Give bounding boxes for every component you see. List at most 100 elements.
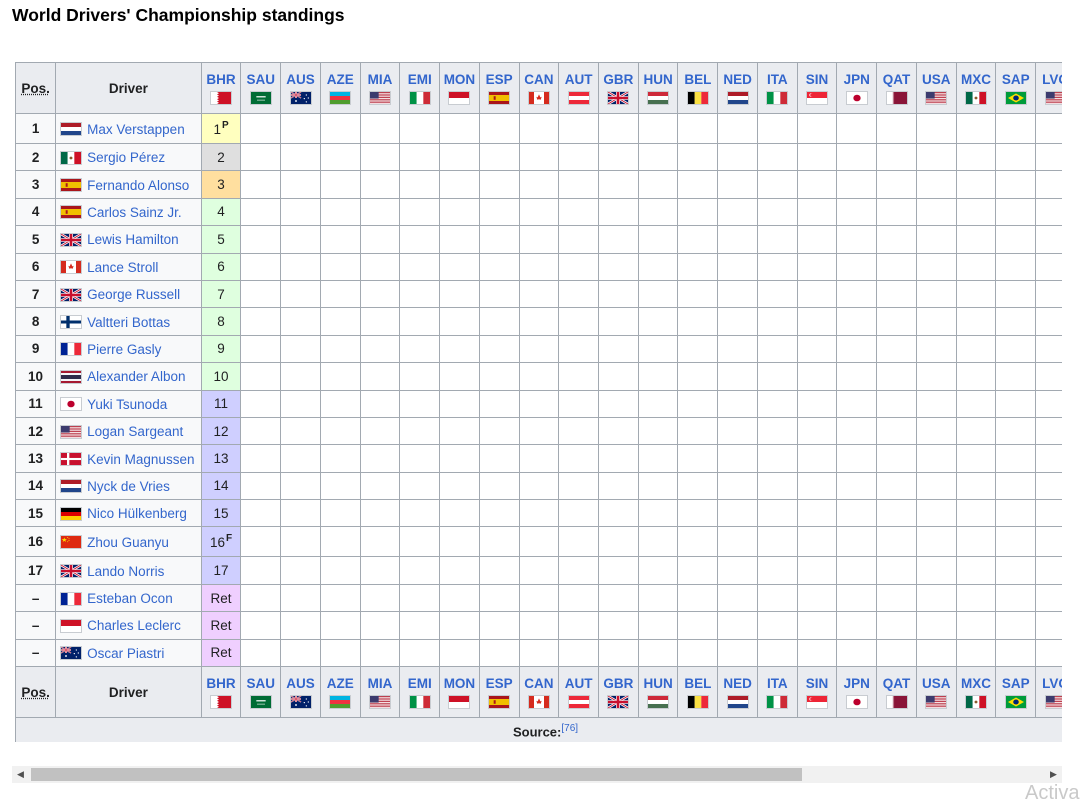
race-code-link[interactable]: HUN: [643, 676, 672, 691]
race-code-link[interactable]: BEL: [684, 72, 711, 87]
race-footer-qat[interactable]: QAT: [876, 666, 917, 719]
pos-header[interactable]: Pos.: [15, 62, 57, 114]
driver-link[interactable]: Logan Sargeant: [87, 424, 183, 439]
source-ref-link[interactable]: [76]: [561, 723, 578, 734]
standings-table-container[interactable]: Pos. Driver BHR SAU AUS AZE MIA EMI MON ESP CAN A…: [15, 62, 1062, 742]
scroll-left-icon[interactable]: ◀: [12, 766, 29, 783]
driver-link[interactable]: Esteban Ocon: [87, 591, 173, 606]
race-code-link[interactable]: MXC: [961, 72, 991, 87]
race-code-link[interactable]: MIA: [368, 72, 393, 87]
driver-link[interactable]: Alexander Albon: [87, 369, 185, 384]
race-header-usa[interactable]: USA: [915, 62, 957, 114]
race-header-mon[interactable]: MON: [439, 62, 480, 114]
race-code-link[interactable]: EMI: [408, 72, 432, 87]
driver-link[interactable]: Nico Hülkenberg: [87, 506, 187, 521]
race-code-link[interactable]: ESP: [486, 676, 513, 691]
driver-link[interactable]: Lewis Hamilton: [87, 232, 179, 247]
race-footer-sin[interactable]: SIN: [796, 666, 838, 719]
race-code-link[interactable]: SIN: [806, 676, 829, 691]
race-footer-aze[interactable]: AZE: [319, 666, 361, 719]
race-footer-esp[interactable]: ESP: [478, 666, 520, 719]
race-footer-sap[interactable]: SAP: [995, 666, 1037, 719]
race-header-mxc[interactable]: MXC: [955, 62, 997, 114]
race-header-qat[interactable]: QAT: [876, 62, 917, 114]
pos-footer[interactable]: Pos.: [15, 666, 57, 719]
driver-link[interactable]: George Russell: [87, 287, 180, 302]
driver-link[interactable]: Lando Norris: [87, 564, 164, 579]
race-code-link[interactable]: MIA: [368, 676, 393, 691]
race-footer-mxc[interactable]: MXC: [955, 666, 997, 719]
race-header-gbr[interactable]: GBR: [598, 62, 639, 114]
race-footer-aut[interactable]: AUT: [558, 666, 600, 719]
race-code-link[interactable]: SIN: [806, 72, 829, 87]
race-header-aut[interactable]: AUT: [558, 62, 600, 114]
race-header-sau[interactable]: SAU: [240, 62, 282, 114]
race-code-link[interactable]: AZE: [327, 676, 354, 691]
race-code-link[interactable]: EMI: [408, 676, 432, 691]
race-header-emi[interactable]: EMI: [399, 62, 441, 114]
race-header-jpn[interactable]: JPN: [836, 62, 878, 114]
driver-link[interactable]: Max Verstappen: [87, 121, 185, 136]
race-code-link[interactable]: QAT: [883, 72, 911, 87]
race-code-link[interactable]: NED: [723, 72, 752, 87]
race-code-link[interactable]: BHR: [206, 72, 235, 87]
race-footer-jpn[interactable]: JPN: [836, 666, 878, 719]
driver-link[interactable]: Zhou Guanyu: [87, 535, 169, 550]
race-code-link[interactable]: MON: [444, 676, 476, 691]
race-code-link[interactable]: NED: [723, 676, 752, 691]
race-header-esp[interactable]: ESP: [478, 62, 520, 114]
race-code-link[interactable]: MON: [444, 72, 476, 87]
race-code-link[interactable]: QAT: [883, 676, 911, 691]
race-code-link[interactable]: AZE: [327, 72, 354, 87]
driver-link[interactable]: Charles Leclerc: [87, 618, 181, 633]
race-footer-usa[interactable]: USA: [915, 666, 957, 719]
race-footer-ita[interactable]: ITA: [756, 666, 798, 719]
race-code-link[interactable]: LVG: [1042, 676, 1062, 691]
race-code-link[interactable]: AUS: [286, 676, 315, 691]
race-code-link[interactable]: MXC: [961, 676, 991, 691]
horizontal-scrollbar[interactable]: ◀ ▶: [12, 766, 1062, 783]
driver-link[interactable]: Kevin Magnussen: [87, 451, 194, 466]
race-code-link[interactable]: SAP: [1002, 72, 1030, 87]
race-footer-bhr[interactable]: BHR: [200, 666, 242, 719]
race-code-link[interactable]: CAN: [524, 676, 553, 691]
race-code-link[interactable]: SAP: [1002, 676, 1030, 691]
race-header-aus[interactable]: AUS: [280, 62, 321, 114]
driver-link[interactable]: Pierre Gasly: [87, 342, 161, 357]
race-footer-emi[interactable]: EMI: [399, 666, 441, 719]
race-header-ned[interactable]: NED: [717, 62, 758, 114]
race-code-link[interactable]: ESP: [486, 72, 513, 87]
scroll-right-icon[interactable]: ▶: [1045, 766, 1062, 783]
race-code-link[interactable]: ITA: [767, 676, 788, 691]
driver-link[interactable]: Sergio Pérez: [87, 150, 165, 165]
driver-link[interactable]: Valtteri Bottas: [87, 315, 170, 330]
race-code-link[interactable]: ITA: [767, 72, 788, 87]
race-code-link[interactable]: USA: [922, 72, 951, 87]
scrollbar-thumb[interactable]: [31, 768, 802, 781]
race-header-mia[interactable]: MIA: [359, 62, 401, 114]
race-header-ita[interactable]: ITA: [756, 62, 798, 114]
race-code-link[interactable]: LVG: [1042, 72, 1062, 87]
race-header-aze[interactable]: AZE: [319, 62, 361, 114]
race-code-link[interactable]: BHR: [206, 676, 235, 691]
race-footer-lvg[interactable]: LVG: [1035, 666, 1062, 719]
race-code-link[interactable]: SAU: [247, 676, 276, 691]
driver-link[interactable]: Yuki Tsunoda: [87, 397, 167, 412]
race-header-can[interactable]: CAN: [518, 62, 560, 114]
race-footer-ned[interactable]: NED: [717, 666, 758, 719]
race-code-link[interactable]: GBR: [603, 676, 633, 691]
race-header-bel[interactable]: BEL: [677, 62, 719, 114]
race-code-link[interactable]: USA: [922, 676, 951, 691]
race-header-hun[interactable]: HUN: [637, 62, 679, 114]
driver-link[interactable]: Carlos Sainz Jr.: [87, 205, 182, 220]
race-code-link[interactable]: AUT: [565, 676, 593, 691]
race-footer-bel[interactable]: BEL: [677, 666, 719, 719]
race-header-sin[interactable]: SIN: [796, 62, 838, 114]
race-footer-aus[interactable]: AUS: [280, 666, 321, 719]
driver-link[interactable]: Lance Stroll: [87, 260, 158, 275]
race-code-link[interactable]: CAN: [524, 72, 553, 87]
race-code-link[interactable]: HUN: [643, 72, 672, 87]
race-footer-can[interactable]: CAN: [518, 666, 560, 719]
driver-link[interactable]: Oscar Piastri: [87, 646, 164, 661]
race-code-link[interactable]: JPN: [844, 676, 870, 691]
